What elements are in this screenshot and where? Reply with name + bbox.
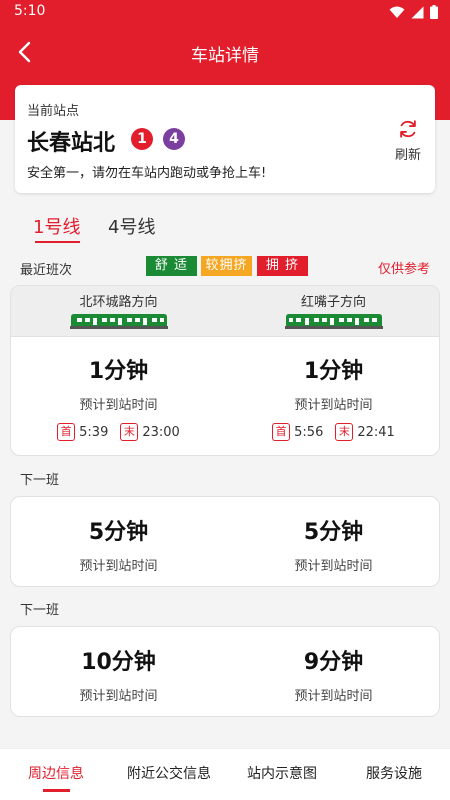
active-tab-indicator (35, 241, 80, 243)
safety-notice: 安全第一，请勿在车站内跑动或争抢上车! (27, 166, 267, 181)
first-train-badge: 首 (272, 423, 291, 441)
status-icons (389, 5, 438, 19)
station-name: 长春站北 (27, 131, 116, 156)
bottom-navigation: 周边信息 附近公交信息 站内示意图 服务设施 (0, 748, 450, 800)
train-card-next-2: 10分钟 9分钟 预计到站时间 预计到站时间 (10, 626, 440, 717)
last-train-badge: 末 (120, 423, 139, 441)
nav-facilities[interactable]: 服务设施 (366, 763, 422, 783)
nav-surroundings[interactable]: 周边信息 (28, 763, 84, 783)
station-card: 当前站点 长春站北 1 4 安全第一，请勿在车站内跑动或争抢上车! 刷新 (15, 85, 435, 193)
arrival-minutes-left: 10分钟 (81, 650, 156, 675)
train-icon (11, 313, 226, 329)
wifi-icon (389, 6, 405, 18)
service-hours-right: 首 5:56 末 22:41 (226, 423, 439, 441)
current-station-label: 当前站点 (27, 104, 80, 119)
next-train-label: 下一班 (20, 603, 60, 618)
direction-left: 北环城路方向 (79, 295, 158, 310)
nav-active-indicator (43, 789, 70, 792)
legend-crowded: 拥 挤 (257, 256, 308, 276)
arrival-sub-right: 预计到站时间 (294, 689, 373, 704)
tab-line-4[interactable]: 4号线 (108, 213, 155, 239)
recent-trains-header: 最近班次 舒 适 较拥挤 拥 挤 仅供参考 (0, 255, 450, 279)
legend-moderate: 较拥挤 (201, 256, 252, 276)
train-card-first: 北环城路方向 红嘴子方向 1分钟 1分钟 预计到站时间 预计到站时间 首 5:3… (10, 285, 440, 456)
next-train-label: 下一班 (20, 473, 60, 488)
tab-line-1[interactable]: 1号线 (33, 213, 80, 239)
status-time: 5:10 (14, 3, 46, 19)
line-4-badge: 4 (163, 128, 185, 150)
direction-header: 北环城路方向 红嘴子方向 (11, 286, 439, 337)
arrival-minutes-right: 5分钟 (303, 520, 364, 545)
line-1-badge: 1 (131, 128, 153, 150)
direction-right: 红嘴子方向 (300, 295, 366, 310)
train-card-next-1: 5分钟 5分钟 预计到站时间 预计到站时间 (10, 496, 440, 587)
battery-icon (430, 5, 438, 19)
first-train-time: 5:56 (294, 424, 324, 440)
service-hours-left: 首 5:39 末 23:00 (11, 423, 226, 441)
app-bar: 车站详情 (0, 24, 450, 80)
last-train-badge: 末 (335, 423, 354, 441)
refresh-button[interactable]: 刷新 (387, 118, 429, 163)
reference-only-note: 仅供参考 (377, 262, 430, 277)
first-train-badge: 首 (57, 423, 76, 441)
page-title: 车站详情 (191, 46, 259, 66)
arrival-sub-right: 预计到站时间 (294, 559, 373, 574)
refresh-icon (400, 120, 416, 138)
last-train-time: 23:00 (142, 424, 180, 440)
arrival-minutes-right: 1分钟 (303, 359, 364, 384)
nav-station-map[interactable]: 站内示意图 (247, 763, 317, 783)
legend-comfortable: 舒 适 (146, 256, 197, 276)
arrival-minutes-left: 5分钟 (88, 520, 149, 545)
train-icon (226, 313, 439, 329)
last-train-time: 22:41 (357, 424, 395, 440)
nav-nearby-bus[interactable]: 附近公交信息 (127, 763, 211, 783)
signal-icon (411, 6, 424, 18)
arrival-minutes-left: 1分钟 (88, 359, 149, 384)
refresh-label: 刷新 (394, 148, 421, 163)
line-tabs: 1号线 4号线 (0, 205, 450, 245)
arrival-sub-right: 预计到站时间 (294, 398, 373, 413)
arrival-sub-left: 预计到站时间 (79, 398, 158, 413)
arrival-minutes-right: 9分钟 (303, 650, 364, 675)
first-train-time: 5:39 (79, 424, 109, 440)
arrival-sub-left: 预计到站时间 (79, 559, 158, 574)
recent-trains-label: 最近班次 (20, 263, 73, 278)
status-bar: 5:10 (0, 0, 450, 24)
arrival-sub-left: 预计到站时间 (79, 689, 158, 704)
